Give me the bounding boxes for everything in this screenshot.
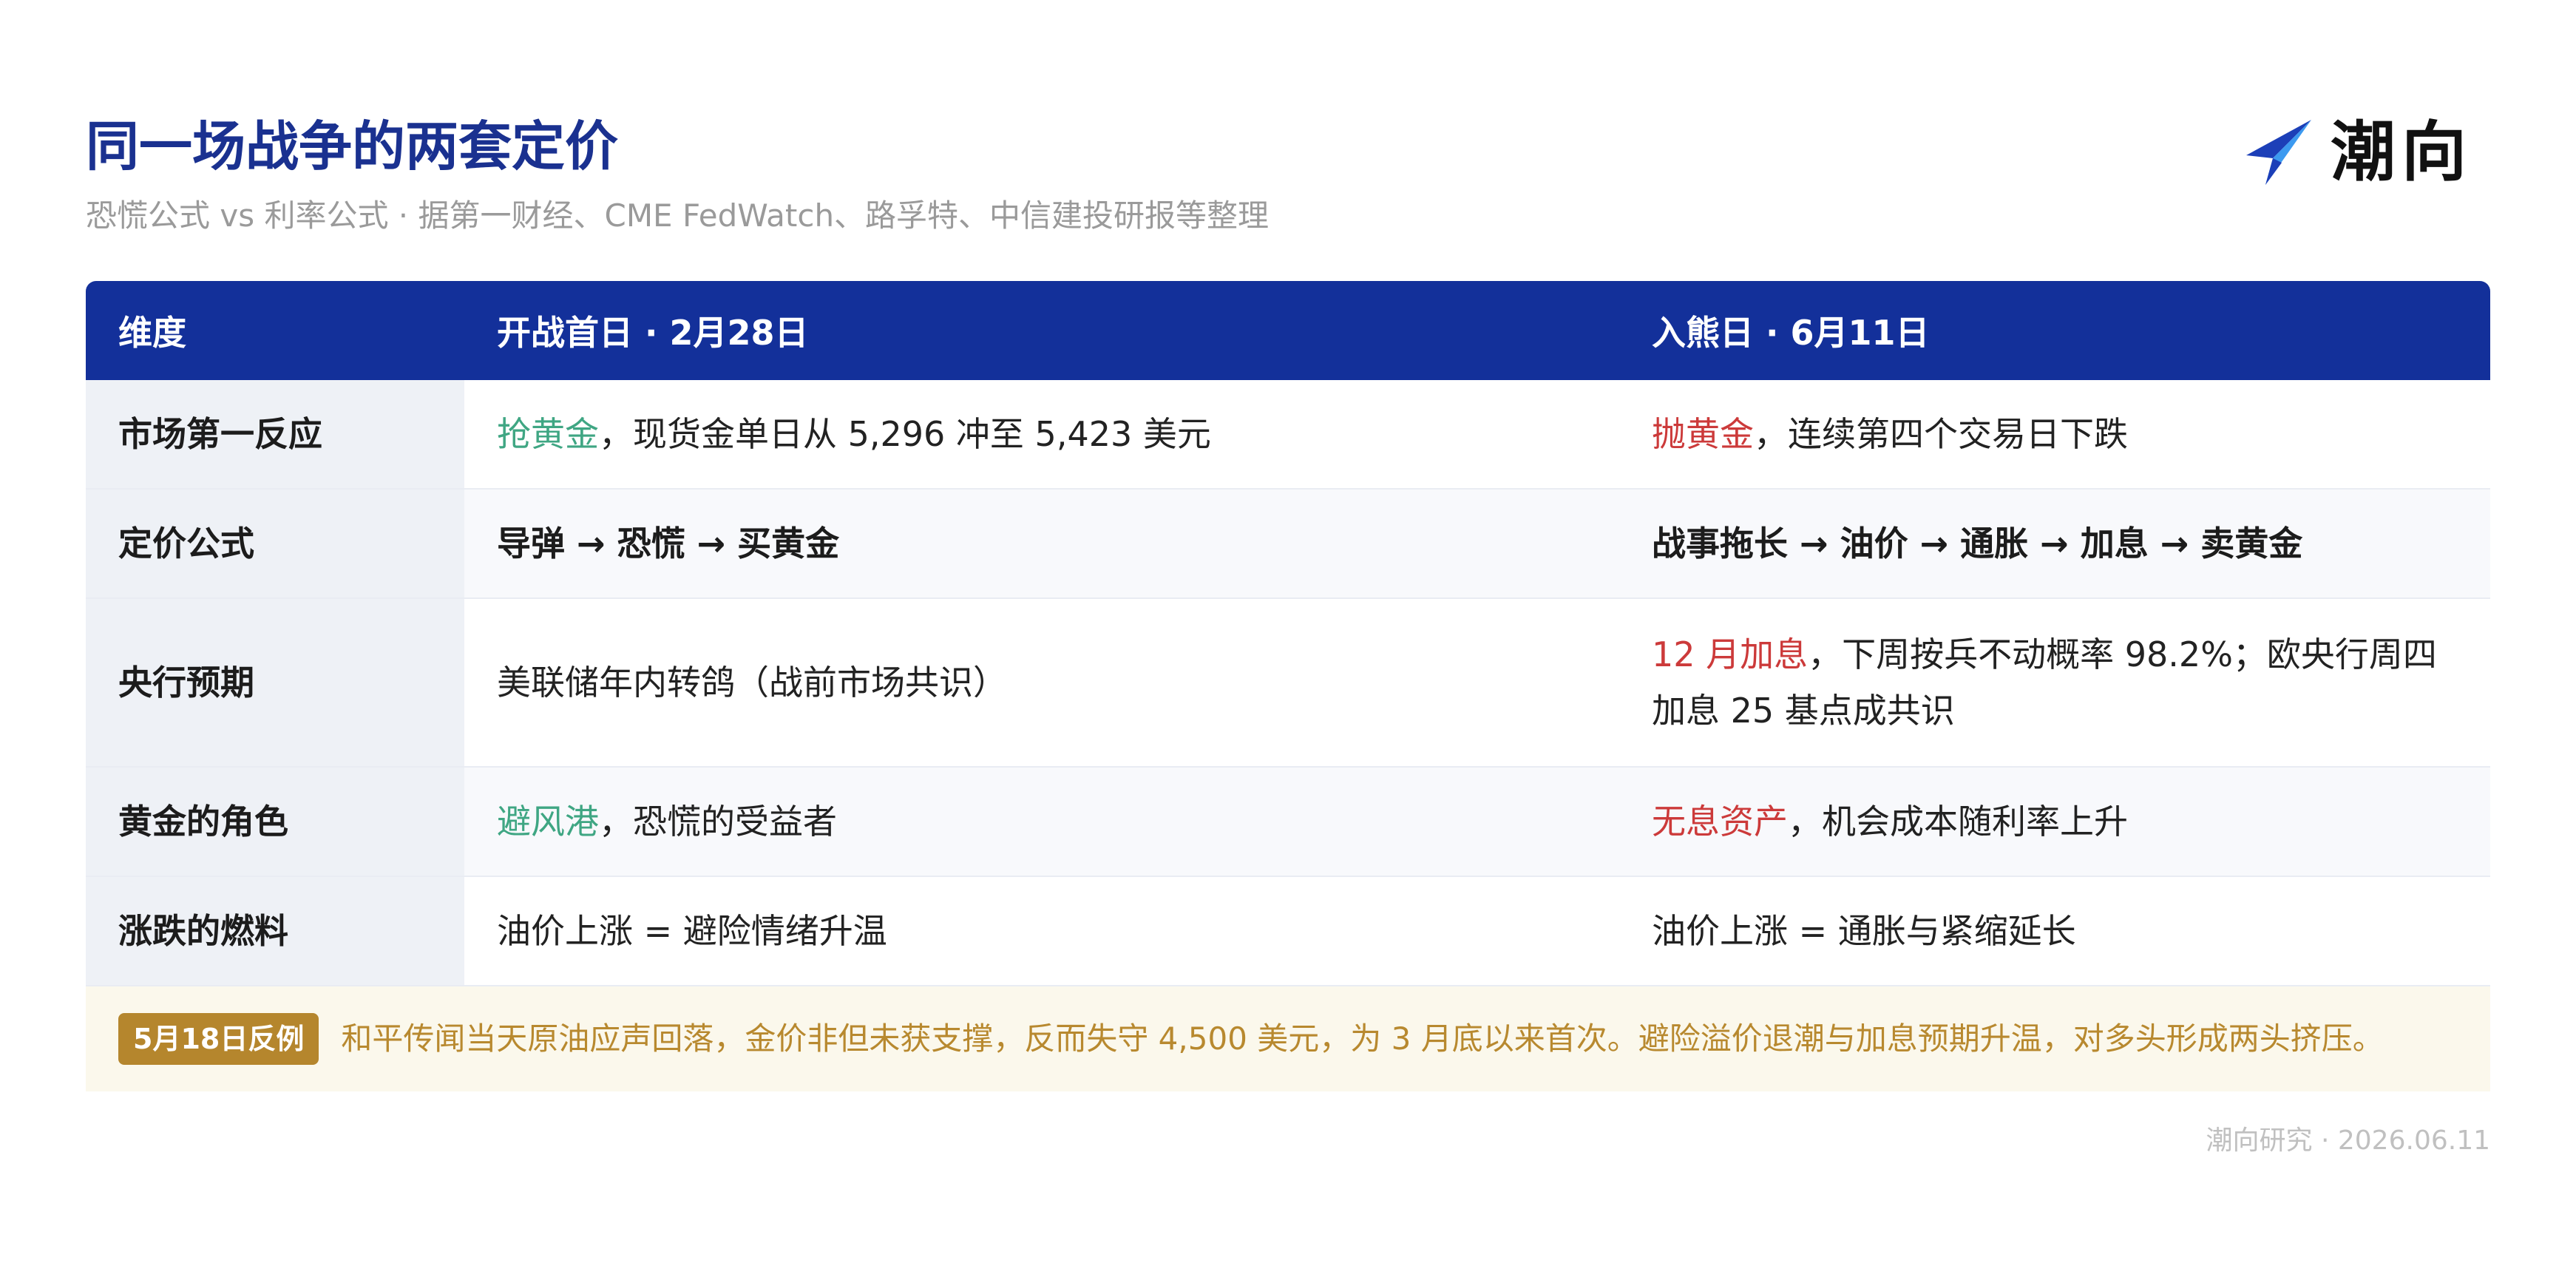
- cell-text: ，连续第四个交易日下跌: [1754, 414, 2128, 454]
- counterexample-note: 5月18日反例 和平传闻当天原油应声回落，金价非但未获支撑，反而失守 4,500…: [86, 986, 2490, 1091]
- row-right-cell: 无息资产，机会成本随利率上升: [1619, 768, 2490, 876]
- row-dimension: 市场第一反应: [86, 380, 464, 488]
- cell-text: 油价上涨 = 避险情绪升温: [497, 911, 887, 951]
- cell-text: ，恐慌的受益者: [599, 802, 837, 842]
- column-header-war-day: 开战首日 · 2月28日: [497, 313, 809, 353]
- page-title: 同一场战争的两套定价: [86, 115, 619, 177]
- row-left-cell: 避风港，恐慌的受益者: [464, 768, 1619, 876]
- table-row: 央行预期 美联储年内转鸽（战前市场共识） 12 月加息，下周按兵不动概率 98.…: [86, 599, 2490, 768]
- comparison-table: 维度 开战首日 · 2月28日 入熊日 · 6月11日 市场第一反应 抢黄金，现…: [86, 281, 2490, 1091]
- row-dimension: 定价公式: [86, 490, 464, 597]
- formula-text: 战事拖长 → 油价 → 通胀 → 加息 → 卖黄金: [1652, 524, 2303, 563]
- table-row: 市场第一反应 抢黄金，现货金单日从 5,296 冲至 5,423 美元 抛黄金，…: [86, 380, 2490, 490]
- row-right-cell: 战事拖长 → 油价 → 通胀 → 加息 → 卖黄金: [1619, 490, 2490, 597]
- row-dimension: 央行预期: [86, 599, 464, 766]
- row-dimension: 涨跌的燃料: [86, 877, 464, 985]
- highlight-negative: 无息资产: [1652, 802, 1788, 842]
- note-badge: 5月18日反例: [118, 1013, 319, 1065]
- row-left-cell: 美联储年内转鸽（战前市场共识）: [464, 599, 1619, 766]
- brand-name: 潮向: [2330, 114, 2472, 190]
- table-header: 维度 开战首日 · 2月28日 入熊日 · 6月11日: [86, 281, 2490, 380]
- cell-text: ，机会成本随利率上升: [1788, 802, 2128, 842]
- table-row: 黄金的角色 避风港，恐慌的受益者 无息资产，机会成本随利率上升: [86, 768, 2490, 877]
- paper-plane-arrow-icon: [2245, 120, 2311, 185]
- row-left-cell: 油价上涨 = 避险情绪升温: [464, 877, 1619, 985]
- cell-text: ，现货金单日从 5,296 冲至 5,423 美元: [599, 414, 1211, 454]
- note-text: 和平传闻当天原油应声回落，金价非但未获支撑，反而失守 4,500 美元，为 3 …: [341, 1020, 2384, 1057]
- row-right-cell: 抛黄金，连续第四个交易日下跌: [1619, 380, 2490, 488]
- row-left-cell: 抢黄金，现货金单日从 5,296 冲至 5,423 美元: [464, 380, 1619, 488]
- page-subtitle: 恐慌公式 vs 利率公式 · 据第一财经、CME FedWatch、路孚特、中信…: [86, 197, 1270, 234]
- row-dimension: 黄金的角色: [86, 768, 464, 876]
- table-row: 定价公式 导弹 → 恐慌 → 买黄金 战事拖长 → 油价 → 通胀 → 加息 →…: [86, 490, 2490, 599]
- row-left-cell: 导弹 → 恐慌 → 买黄金: [464, 490, 1619, 597]
- cell-text: 油价上涨 = 通胀与紧缩延长: [1652, 911, 2076, 951]
- row-right-cell: 12 月加息，下周按兵不动概率 98.2%；欧央行周四加息 25 基点成共识: [1619, 599, 2490, 766]
- highlight-positive: 避风港: [497, 802, 599, 842]
- column-header-dimension: 维度: [118, 313, 186, 353]
- row-right-cell: 油价上涨 = 通胀与紧缩延长: [1619, 877, 2490, 985]
- cell-text: 美联储年内转鸽（战前市场共识）: [497, 663, 1007, 702]
- highlight-negative: 12 月加息: [1652, 634, 1809, 674]
- table-row: 涨跌的燃料 油价上涨 = 避险情绪升温 油价上涨 = 通胀与紧缩延长: [86, 877, 2490, 986]
- column-header-bear-day: 入熊日 · 6月11日: [1652, 313, 1930, 353]
- formula-text: 导弹 → 恐慌 → 买黄金: [497, 524, 840, 563]
- highlight-negative: 抛黄金: [1652, 414, 1754, 454]
- highlight-positive: 抢黄金: [497, 414, 599, 454]
- footer-credit: 潮向研究 · 2026.06.11: [2206, 1125, 2490, 1156]
- brand-logo: 潮向: [2243, 115, 2472, 189]
